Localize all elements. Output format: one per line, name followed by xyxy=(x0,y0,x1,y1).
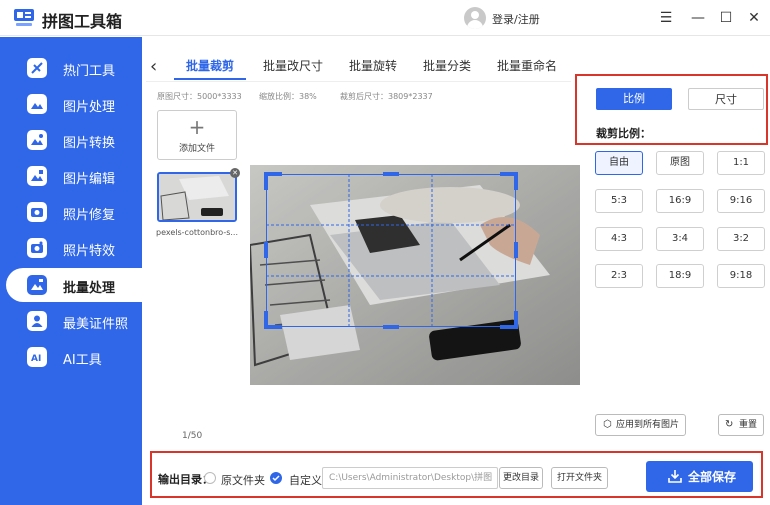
tab-divider xyxy=(146,81,571,82)
ratio-2-3-button[interactable]: 2:3 xyxy=(595,264,643,288)
file-thumbnail[interactable] xyxy=(157,172,237,222)
cropped-size-info: 裁剪后尺寸：3809*2337 xyxy=(340,92,433,101)
ratio-3-4-button[interactable]: 3:4 xyxy=(656,227,704,251)
photo-repair-icon xyxy=(27,202,47,222)
ratio-9-18-button[interactable]: 9:18 xyxy=(717,264,765,288)
download-icon xyxy=(668,470,682,483)
radio-custom-folder[interactable] xyxy=(270,472,282,484)
ratio-3-2-button[interactable]: 3:2 xyxy=(717,227,765,251)
image-convert-icon xyxy=(27,130,47,150)
sidebar-item-label: 图片转换 xyxy=(63,136,116,151)
file-name: pexels-cottonbro-s... xyxy=(156,228,238,237)
sidebar-item-label: AI工具 xyxy=(63,353,102,368)
ratio-16-9-button[interactable]: 16:9 xyxy=(656,189,704,213)
change-dir-button[interactable]: 更改目录 xyxy=(499,467,543,489)
sidebar-item-label: 热门工具 xyxy=(63,64,116,79)
tab-batch-crop[interactable]: 批量裁剪 xyxy=(174,52,246,80)
sidebar-item-label: 图片编辑 xyxy=(63,172,116,187)
user-avatar-icon[interactable] xyxy=(464,7,486,29)
tab-batch-resize[interactable]: 批量改尺寸 xyxy=(254,52,332,80)
size-mode-button[interactable]: 尺寸 xyxy=(688,88,764,110)
hot-tools-icon xyxy=(27,58,47,78)
crop-ratio-label: 裁剪比例： xyxy=(596,127,651,140)
minimize-icon[interactable]: — xyxy=(688,8,708,28)
sidebar-item-batch-process[interactable]: 批量处理 xyxy=(6,268,142,302)
sidebar-item-label: 照片特效 xyxy=(63,244,116,259)
ratio-5-3-button[interactable]: 5:3 xyxy=(595,189,643,213)
sidebar-item-photo-effects[interactable]: 照片特效 xyxy=(6,231,142,265)
output-path-input[interactable]: C:\Users\Administrator\Desktop\拼图 xyxy=(322,467,498,489)
apply-all-label: 应用到所有图片 xyxy=(616,420,680,430)
save-all-label: 全部保存 xyxy=(688,470,737,484)
page-count: 1/50 xyxy=(182,431,203,441)
save-all-button[interactable]: 全部保存 xyxy=(646,461,753,492)
sidebar-item-image-process[interactable]: 图片处理 xyxy=(6,87,142,121)
ratio-free-button[interactable]: 自由 xyxy=(595,151,643,175)
add-file-button[interactable]: + 添加文件 xyxy=(157,110,237,160)
sidebar-item-label: 照片修复 xyxy=(63,208,116,223)
image-edit-icon xyxy=(27,166,47,186)
custom-folder-label: 自定义 xyxy=(289,474,322,487)
title-bar: 拼图工具箱 登录/注册 ☰ — ☐ ✕ xyxy=(0,0,770,36)
sidebar-item-hot-tools[interactable]: 热门工具 xyxy=(6,51,142,85)
tab-batch-rename[interactable]: 批量重命名 xyxy=(488,52,566,80)
batch-process-icon xyxy=(27,275,47,295)
image-process-icon xyxy=(27,94,47,114)
back-arrow-icon[interactable]: ‹ xyxy=(150,56,157,77)
ratio-18-9-button[interactable]: 18:9 xyxy=(656,264,704,288)
ai-tools-icon: AI xyxy=(27,347,47,367)
remove-file-icon[interactable]: ✕ xyxy=(230,168,240,178)
sidebar-item-photo-repair[interactable]: 照片修复 xyxy=(6,195,142,229)
plus-icon: + xyxy=(188,115,206,139)
menu-icon[interactable]: ☰ xyxy=(656,8,676,28)
radio-original-folder[interactable] xyxy=(204,472,216,484)
crop-box[interactable] xyxy=(264,172,518,329)
photo-effects-icon xyxy=(27,238,47,258)
apply-all-button[interactable]: ⬡ 应用到所有图片 xyxy=(595,414,686,436)
app-title: 拼图工具箱 xyxy=(42,12,123,31)
app-logo-icon xyxy=(14,9,34,26)
sidebar-item-label: 最美证件照 xyxy=(63,317,129,332)
original-folder-label: 原文件夹 xyxy=(221,474,265,487)
reset-label: 重置 xyxy=(739,420,758,430)
login-link[interactable]: 登录/注册 xyxy=(492,11,540,27)
cube-icon: ⬡ xyxy=(603,419,612,430)
ratio-1-1-button[interactable]: 1:1 xyxy=(717,151,765,175)
reset-button[interactable]: ↻ 重置 xyxy=(718,414,764,436)
id-photo-icon xyxy=(27,311,47,331)
sidebar-item-label: 批量处理 xyxy=(63,281,116,296)
svg-text:AI: AI xyxy=(31,354,41,364)
sidebar-item-image-edit[interactable]: 图片编辑 xyxy=(6,159,142,193)
add-file-label: 添加文件 xyxy=(178,144,215,154)
sidebar-item-label: 图片处理 xyxy=(63,100,116,115)
maximize-icon[interactable]: ☐ xyxy=(716,8,736,28)
sidebar-item-id-photo[interactable]: 最美证件照 xyxy=(6,304,142,338)
sidebar: 热门工具 图片处理 图片转换 图片编辑 照片修复 照片特效 批量处理 最美证件照… xyxy=(0,37,142,505)
refresh-icon: ↻ xyxy=(725,419,734,430)
ratio-mode-button[interactable]: 比例 xyxy=(596,88,672,110)
ratio-4-3-button[interactable]: 4:3 xyxy=(595,227,643,251)
ratio-original-button[interactable]: 原图 xyxy=(656,151,704,175)
original-size-info: 原图尺寸：5000*3333 xyxy=(157,92,242,101)
ratio-9-16-button[interactable]: 9:16 xyxy=(717,189,765,213)
tab-batch-rotate[interactable]: 批量旋转 xyxy=(340,52,406,80)
open-folder-button[interactable]: 打开文件夹 xyxy=(551,467,608,489)
sidebar-item-image-convert[interactable]: 图片转换 xyxy=(6,123,142,157)
close-icon[interactable]: ✕ xyxy=(744,8,764,28)
sidebar-item-ai-tools[interactable]: AI AI工具 xyxy=(6,340,142,374)
scale-info: 缩放比例：38% xyxy=(259,92,317,101)
tab-batch-classify[interactable]: 批量分类 xyxy=(414,52,480,80)
